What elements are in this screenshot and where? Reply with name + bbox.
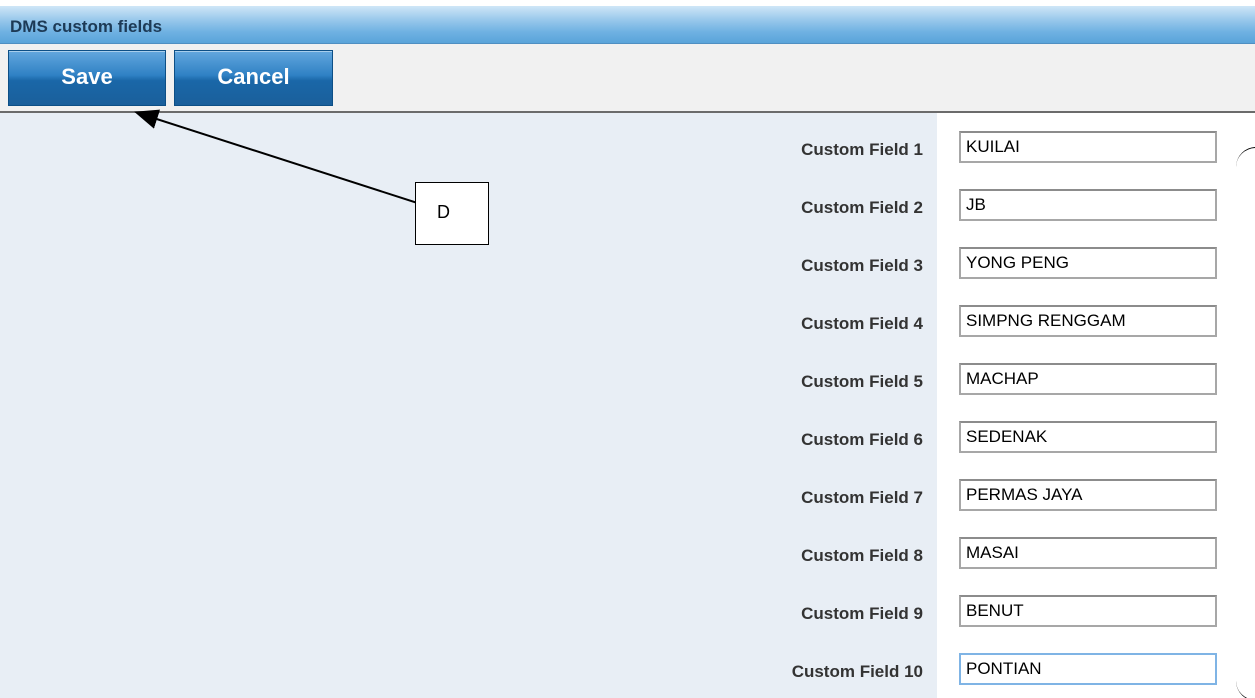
custom-field-8-label: Custom Field 8: [801, 546, 923, 565]
custom-field-5-input[interactable]: [959, 363, 1217, 395]
callout-label: D: [437, 202, 450, 222]
custom-field-5-label: Custom Field 5: [801, 372, 923, 391]
custom-field-10-input[interactable]: [959, 653, 1217, 685]
toolbar: Save Cancel: [0, 44, 1255, 113]
custom-field-6-label: Custom Field 6: [801, 430, 923, 449]
custom-field-3-input[interactable]: [959, 247, 1217, 279]
custom-field-9-label: Custom Field 9: [801, 604, 923, 623]
title-bar: DMS custom fields: [0, 6, 1255, 44]
cancel-button[interactable]: Cancel: [174, 50, 333, 106]
custom-field-7-input[interactable]: [959, 479, 1217, 511]
save-button[interactable]: Save: [8, 50, 166, 106]
custom-field-4-input[interactable]: [959, 305, 1217, 337]
custom-field-3-label: Custom Field 3: [801, 256, 923, 275]
custom-field-2-input[interactable]: [959, 189, 1217, 221]
custom-field-6-input[interactable]: [959, 421, 1217, 453]
custom-field-1-input[interactable]: [959, 131, 1217, 163]
window-title: DMS custom fields: [10, 17, 163, 36]
custom-field-2-label: Custom Field 2: [801, 198, 923, 217]
custom-field-8-input[interactable]: [959, 537, 1217, 569]
custom-field-7-label: Custom Field 7: [801, 488, 923, 507]
dms-custom-fields-page: DMS custom fields Save Cancel Custom Fie…: [0, 0, 1255, 698]
custom-field-9-input[interactable]: [959, 595, 1217, 627]
bracket-bottom-annotation: [1236, 660, 1255, 698]
custom-field-4-label: Custom Field 4: [801, 314, 923, 333]
custom-field-10-label: Custom Field 10: [791, 662, 923, 681]
callout-box: [415, 182, 489, 245]
custom-field-1-label: Custom Field 1: [801, 140, 923, 159]
